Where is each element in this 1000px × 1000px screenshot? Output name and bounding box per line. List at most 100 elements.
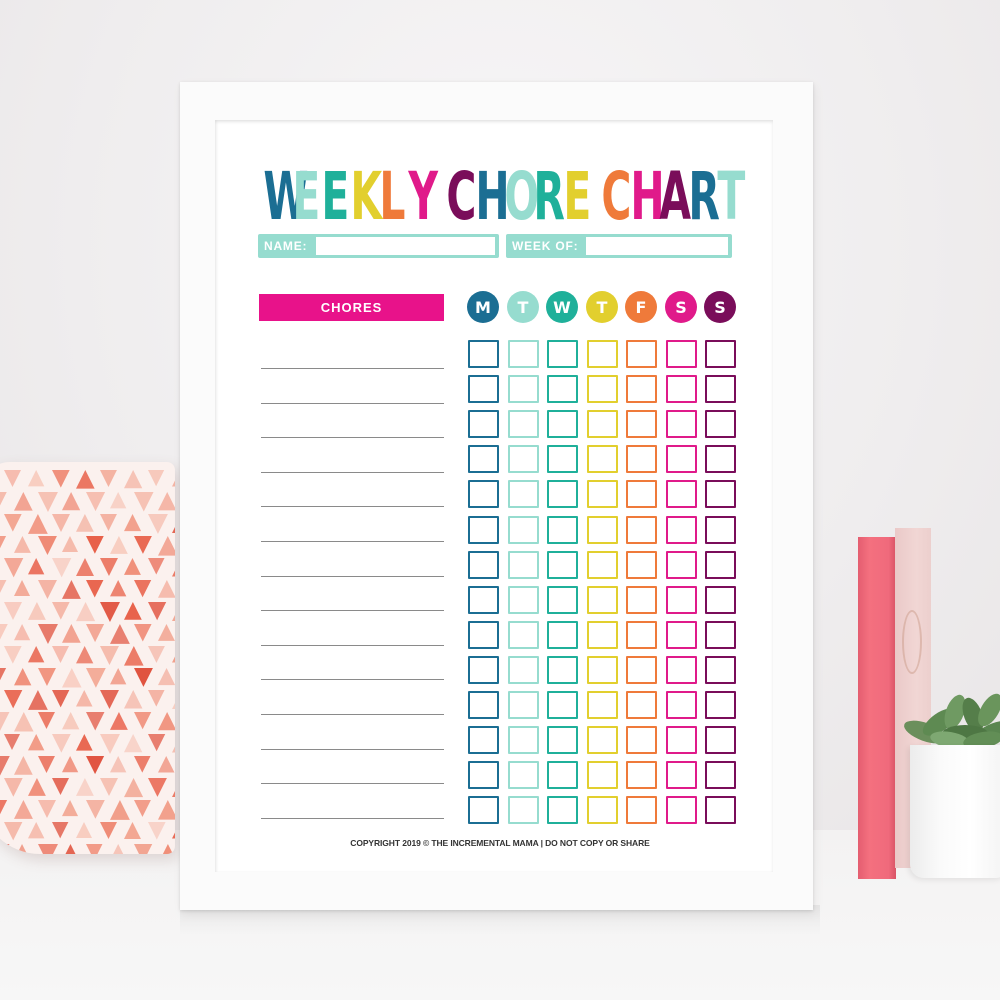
- checkbox-row6-day3[interactable]: [547, 515, 578, 544]
- checkbox-row9-day3[interactable]: [547, 620, 578, 649]
- checkbox-row10-day3[interactable]: [547, 655, 578, 684]
- checkbox-row2-day4[interactable]: [587, 375, 618, 404]
- checkbox-row13-day4[interactable]: [587, 761, 618, 790]
- checkbox-row8-day5[interactable]: [626, 585, 657, 614]
- checkbox-row1-day2[interactable]: [508, 340, 539, 368]
- chore-line[interactable]: [261, 402, 444, 404]
- checkbox-row14-day6[interactable]: [666, 796, 697, 825]
- checkbox-row13-day7[interactable]: [705, 761, 736, 790]
- checkbox-row7-day4[interactable]: [587, 550, 618, 579]
- chore-line[interactable]: [261, 575, 444, 577]
- checkbox-row7-day3[interactable]: [547, 550, 578, 579]
- checkbox-row1-day1[interactable]: [468, 340, 499, 368]
- checkbox-row6-day7[interactable]: [705, 515, 736, 544]
- checkbox-row10-day6[interactable]: [666, 655, 697, 684]
- chore-line[interactable]: [261, 817, 444, 819]
- checkbox-row2-day5[interactable]: [626, 375, 657, 404]
- checkbox-row5-day5[interactable]: [626, 480, 657, 509]
- checkbox-row5-day1[interactable]: [468, 480, 499, 509]
- chore-line[interactable]: [261, 748, 444, 750]
- checkbox-row2-day2[interactable]: [508, 375, 539, 404]
- chore-line[interactable]: [261, 714, 444, 715]
- checkbox-row6-day6[interactable]: [666, 515, 697, 544]
- checkbox-row2-day1[interactable]: [468, 375, 499, 404]
- checkbox-row14-day4[interactable]: [587, 796, 618, 825]
- chore-line[interactable]: [261, 783, 444, 785]
- checkbox-row13-day2[interactable]: [508, 761, 539, 790]
- checkbox-row7-day7[interactable]: [705, 550, 736, 579]
- checkbox-row1-day3[interactable]: [547, 340, 578, 368]
- checkbox-row11-day6[interactable]: [666, 691, 697, 719]
- checkbox-row12-day7[interactable]: [705, 726, 736, 755]
- chore-line[interactable]: [261, 644, 444, 646]
- checkbox-row12-day5[interactable]: [626, 726, 657, 755]
- checkbox-row12-day4[interactable]: [587, 726, 618, 755]
- checkbox-row1-day5[interactable]: [626, 340, 657, 368]
- checkbox-row10-day4[interactable]: [587, 655, 618, 684]
- checkbox-row3-day7[interactable]: [705, 410, 736, 439]
- checkbox-row3-day6[interactable]: [666, 410, 697, 439]
- name-input[interactable]: [316, 237, 495, 255]
- checkbox-row11-day4[interactable]: [587, 691, 618, 719]
- checkbox-row4-day2[interactable]: [508, 445, 539, 474]
- checkbox-row2-day7[interactable]: [705, 375, 736, 404]
- chore-line[interactable]: [261, 471, 444, 473]
- checkbox-row3-day1[interactable]: [468, 410, 499, 439]
- checkbox-row10-day1[interactable]: [468, 655, 499, 684]
- chore-line[interactable]: [261, 610, 444, 612]
- checkbox-row6-day2[interactable]: [508, 515, 539, 544]
- checkbox-row13-day3[interactable]: [547, 761, 578, 790]
- checkbox-row9-day4[interactable]: [587, 620, 618, 649]
- checkbox-row14-day7[interactable]: [705, 796, 736, 825]
- checkbox-row8-day7[interactable]: [705, 585, 736, 614]
- checkbox-row14-day2[interactable]: [508, 796, 539, 825]
- checkbox-row12-day1[interactable]: [468, 726, 499, 755]
- checkbox-row11-day7[interactable]: [705, 691, 736, 719]
- checkbox-row11-day5[interactable]: [626, 691, 657, 719]
- checkbox-row6-day5[interactable]: [626, 515, 657, 544]
- checkbox-row10-day5[interactable]: [626, 655, 657, 684]
- checkbox-row8-day3[interactable]: [547, 585, 578, 614]
- checkbox-row6-day4[interactable]: [587, 515, 618, 544]
- checkbox-row11-day1[interactable]: [468, 691, 499, 719]
- checkbox-row2-day3[interactable]: [547, 375, 578, 404]
- checkbox-row14-day3[interactable]: [547, 796, 578, 825]
- chore-line[interactable]: [261, 437, 444, 439]
- checkbox-row5-day7[interactable]: [705, 480, 736, 509]
- checkbox-row3-day4[interactable]: [587, 410, 618, 439]
- checkbox-row1-day4[interactable]: [587, 340, 618, 368]
- checkbox-row13-day6[interactable]: [666, 761, 697, 790]
- checkbox-row12-day2[interactable]: [508, 726, 539, 755]
- checkbox-row5-day2[interactable]: [508, 480, 539, 509]
- checkbox-row12-day3[interactable]: [547, 726, 578, 755]
- checkbox-row5-day4[interactable]: [587, 480, 618, 509]
- checkbox-row2-day6[interactable]: [666, 375, 697, 404]
- checkbox-row13-day5[interactable]: [626, 761, 657, 790]
- checkbox-row5-day3[interactable]: [547, 480, 578, 509]
- checkbox-row9-day1[interactable]: [468, 620, 499, 649]
- checkbox-row10-day2[interactable]: [508, 655, 539, 684]
- chore-line[interactable]: [261, 368, 444, 369]
- checkbox-row9-day2[interactable]: [508, 620, 539, 649]
- checkbox-row3-day3[interactable]: [547, 410, 578, 439]
- chore-line[interactable]: [261, 541, 444, 542]
- checkbox-row9-day5[interactable]: [626, 620, 657, 649]
- checkbox-row9-day6[interactable]: [666, 620, 697, 649]
- checkbox-row7-day6[interactable]: [666, 550, 697, 579]
- checkbox-row3-day2[interactable]: [508, 410, 539, 439]
- checkbox-row11-day2[interactable]: [508, 691, 539, 719]
- week-of-input[interactable]: [586, 237, 728, 255]
- chore-line[interactable]: [261, 679, 444, 681]
- checkbox-row1-day6[interactable]: [666, 340, 697, 368]
- checkbox-row8-day1[interactable]: [468, 585, 499, 614]
- checkbox-row10-day7[interactable]: [705, 655, 736, 684]
- chore-line[interactable]: [261, 506, 444, 508]
- checkbox-row4-day5[interactable]: [626, 445, 657, 474]
- checkbox-row4-day6[interactable]: [666, 445, 697, 474]
- checkbox-row8-day2[interactable]: [508, 585, 539, 614]
- checkbox-row11-day3[interactable]: [547, 691, 578, 719]
- checkbox-row3-day5[interactable]: [626, 410, 657, 439]
- checkbox-row9-day7[interactable]: [705, 620, 736, 649]
- checkbox-row4-day1[interactable]: [468, 445, 499, 474]
- checkbox-row14-day1[interactable]: [468, 796, 499, 825]
